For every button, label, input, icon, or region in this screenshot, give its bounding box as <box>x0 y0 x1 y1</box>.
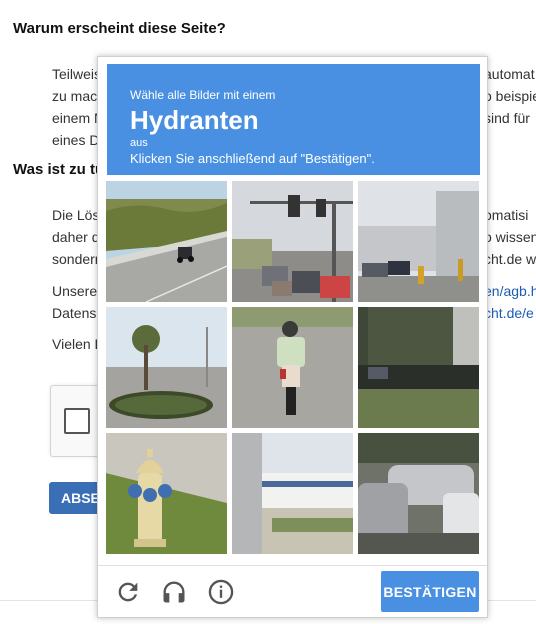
aus-label: aus <box>130 137 148 149</box>
tile-traffic-light-street[interactable] <box>232 181 353 302</box>
paragraph-line-right: omatisi <box>484 207 529 223</box>
paragraph-line-right: o beispie <box>484 88 536 104</box>
paragraph-line: Datens <box>52 305 97 321</box>
paragraph-line-right: sind für <box>484 110 530 126</box>
verify-button[interactable]: BESTÄTIGEN <box>381 571 479 612</box>
tile-tree-roundabout[interactable] <box>106 307 227 428</box>
image-grid <box>106 181 481 556</box>
recaptcha-checkbox[interactable] <box>64 408 90 434</box>
confirm-instruction: Klicken Sie anschließend auf "Bestätigen… <box>130 151 375 166</box>
paragraph-line-right: o wissen <box>484 229 536 245</box>
challenge-header: Wähle alle Bilder mit einem Hydranten au… <box>107 64 480 175</box>
paragraph-line: sondern <box>52 251 103 267</box>
tile-pole-building[interactable] <box>232 433 353 554</box>
info-icon[interactable] <box>206 577 236 607</box>
target-word: Hydranten <box>130 105 259 135</box>
paragraph-line: Die Lös <box>52 207 100 223</box>
tile-fire-hydrant[interactable] <box>106 433 227 554</box>
tile-road-motorcycle[interactable] <box>106 181 227 302</box>
reload-icon[interactable] <box>113 577 143 607</box>
heading-what: Was ist zu tur <box>13 161 110 178</box>
privacy-link[interactable]: cht.de/e <box>484 303 534 323</box>
instruction-text: Wähle alle Bilder mit einem <box>130 88 276 102</box>
paragraph-line-right: cht.de w <box>484 251 536 267</box>
paragraph-line: eines D <box>52 132 100 148</box>
headphones-icon[interactable] <box>159 577 189 607</box>
paragraph-line: Teilweis <box>52 66 102 82</box>
heading-why: Warum erscheint diese Seite? <box>13 20 226 37</box>
paragraph-line: zu mac <box>52 88 98 104</box>
paragraph-line: Unsere <box>52 283 98 299</box>
tile-parked-cars[interactable] <box>358 433 479 554</box>
paragraph-line-right: automat <box>484 66 535 82</box>
tile-scooter-rider[interactable] <box>232 307 353 428</box>
tile-warehouse-cars[interactable] <box>358 181 479 302</box>
paragraph-line: daher d <box>52 229 100 245</box>
captcha-dialog: Wähle alle Bilder mit einem Hydranten au… <box>97 56 488 618</box>
tile-dark-parking[interactable] <box>358 307 479 428</box>
footer-divider <box>98 565 487 566</box>
terms-link[interactable]: en/agb.h <box>484 281 536 301</box>
